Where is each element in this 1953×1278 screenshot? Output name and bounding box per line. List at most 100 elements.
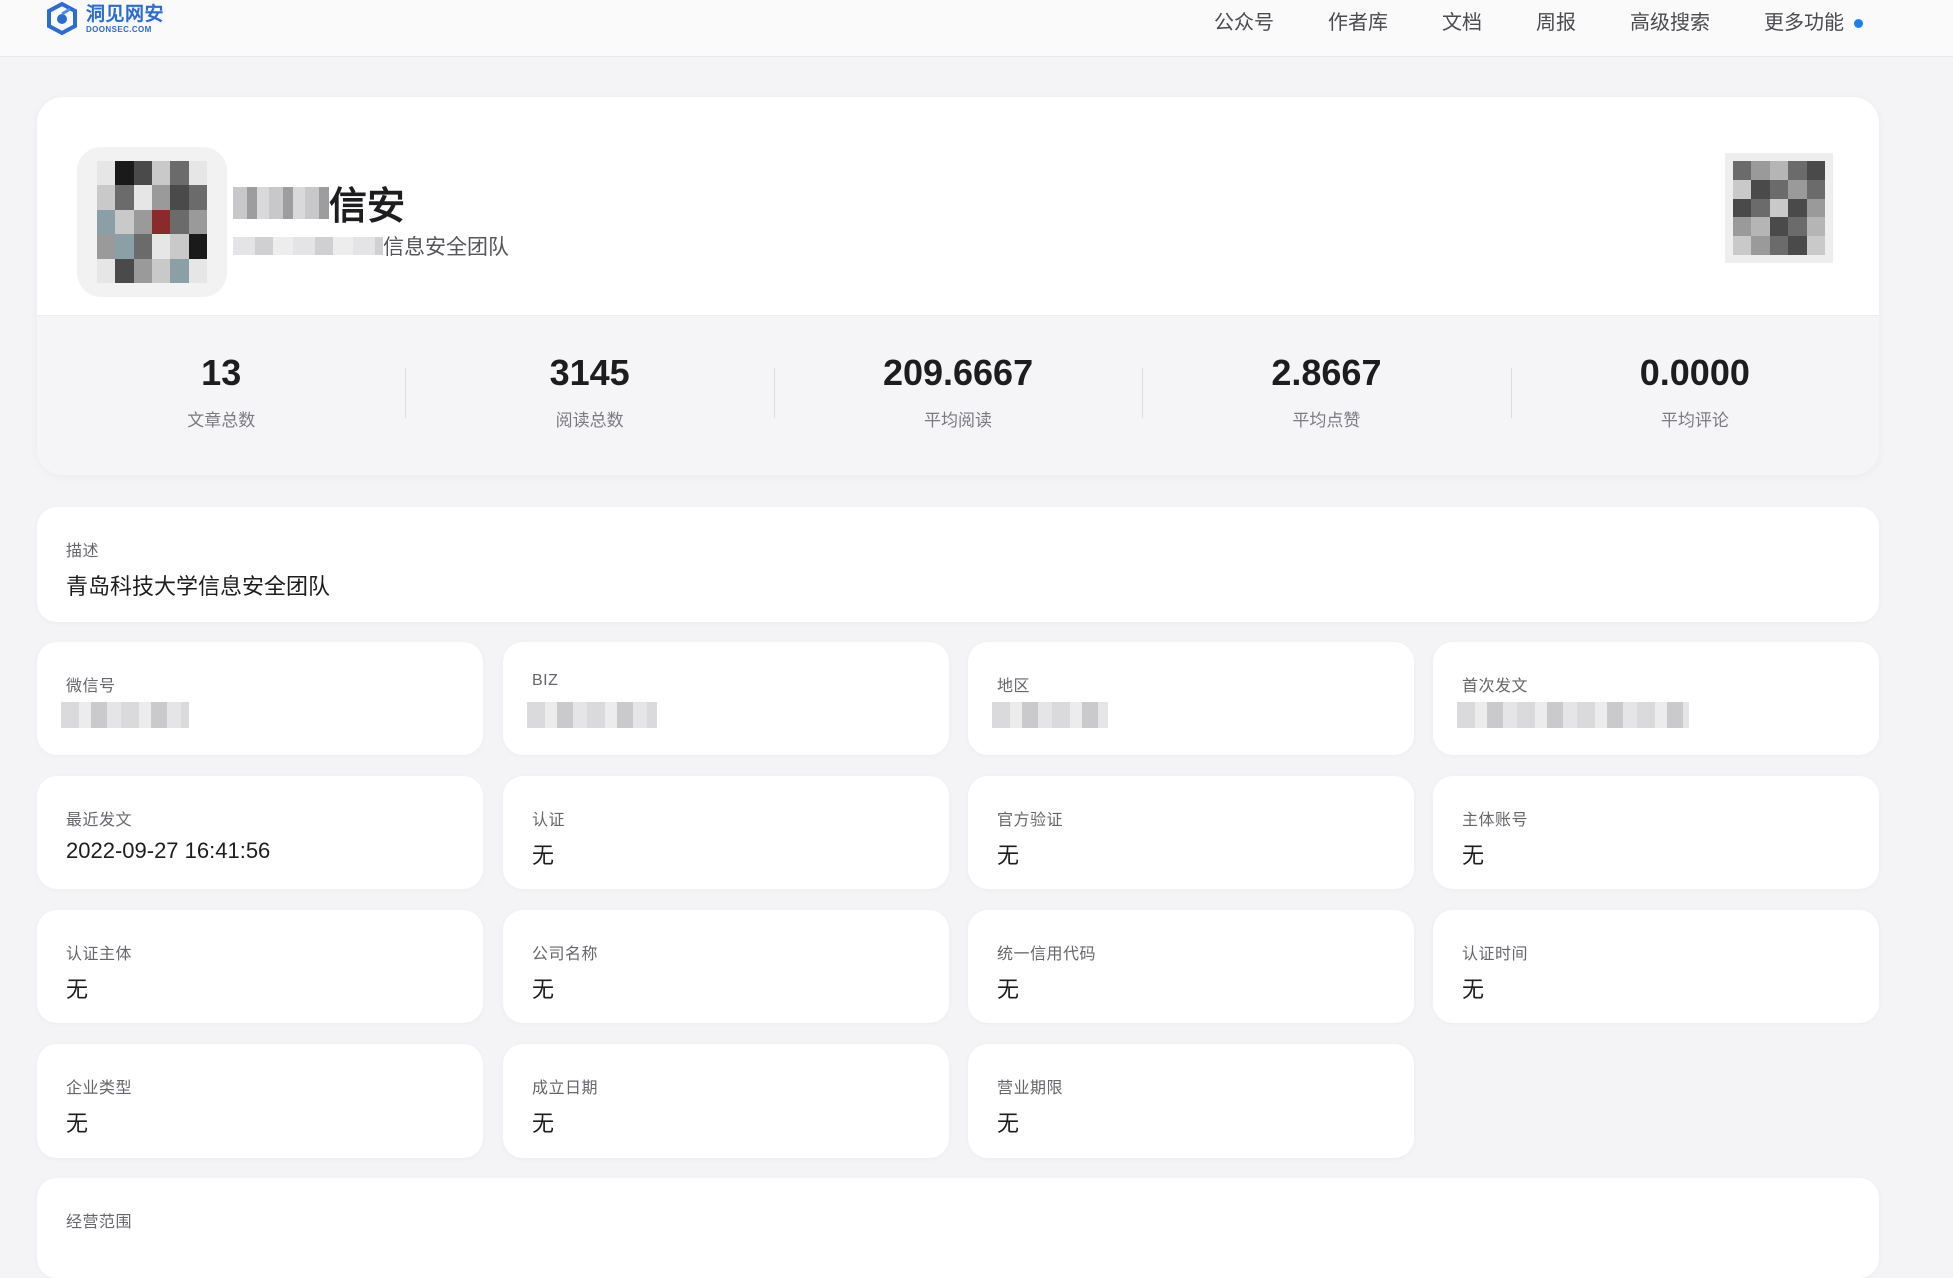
qr-pixel [1751,198,1770,218]
stats-bar: 13 文章总数 3145 阅读总数 209.6667 平均阅读 2.8667 平… [37,315,1879,475]
certification-card: 认证 无 [503,776,949,889]
business-term-card: 营业期限 无 [968,1044,1414,1158]
nav-item-more[interactable]: 更多功能 [1764,6,1863,35]
redacted-biz [527,702,657,728]
avatar-pixel [133,209,152,235]
stat-value: 0.0000 [1639,352,1750,393]
business-term-value: 无 [997,1111,1020,1136]
qr-pixel [1788,179,1807,199]
first-post-card: 首次发文 [1433,642,1879,755]
account-name: 信安 [233,175,405,230]
qr-code-icon[interactable] [1725,153,1833,263]
stat-label: 平均阅读 [924,411,993,430]
founded-date-value: 无 [532,1111,555,1136]
site-logo[interactable]: 洞见网安 DOONSEC.COM [44,0,164,38]
credit-code-card: 统一信用代码 无 [968,910,1414,1023]
avatar-pixel [115,209,134,235]
account-subtitle-text: 信息安全团队 [383,236,509,259]
qr-pixel [1769,161,1789,180]
region-label: 地区 [997,678,1031,695]
qr-pixel [1806,217,1825,237]
avatar-pixel [152,185,171,210]
nav-item-weekly[interactable]: 周报 [1536,6,1576,35]
latest-post-card: 最近发文 2022-09-27 16:41:56 [37,776,483,889]
stat-label: 文章总数 [187,411,256,430]
stat-total-articles: 13 文章总数 [37,316,405,475]
qr-pixel [1769,236,1789,255]
avatar-pixel [188,234,207,259]
nav-more-label: 更多功能 [1764,12,1844,34]
nav-item-accounts[interactable]: 公众号 [1214,6,1274,35]
official-verify-value: 无 [997,843,1020,868]
avatar-pixel [188,185,207,210]
avatar-pixel [170,161,189,186]
avatar-pixel [152,209,171,235]
qr-pixel [1733,198,1752,218]
description-value: 青岛科技大学信息安全团队 [66,574,331,599]
biz-label: BIZ [532,672,559,689]
main-account-label: 主体账号 [1462,812,1529,829]
credit-code-label: 统一信用代码 [997,946,1097,963]
company-type-label: 企业类型 [66,1080,133,1097]
redacted-region [992,702,1108,728]
qr-pixel [1751,161,1770,180]
latest-post-value: 2022-09-27 16:41:56 [66,838,271,863]
redacted-first-post [1457,702,1689,728]
avatar-pixel [152,234,171,259]
company-type-value: 无 [66,1111,89,1136]
stat-label: 平均点赞 [1292,411,1361,430]
stat-label: 阅读总数 [555,411,624,430]
company-type-card: 企业类型 无 [37,1044,483,1158]
avatar-pixel [133,258,152,283]
business-scope-label: 经营范围 [66,1214,133,1231]
avatar-pixel [170,209,189,235]
nav-item-docs[interactable]: 文档 [1442,6,1482,35]
qr-pixel [1733,161,1752,180]
qr-pixel [1788,217,1807,237]
cert-subject-card: 认证主体 无 [37,910,483,1023]
region-card: 地区 [968,642,1414,755]
redacted-subtitle-part [233,237,383,255]
stat-label: 平均评论 [1660,411,1729,430]
avatar-pixel [133,185,152,210]
logo-cn-text: 洞见网安 [86,3,165,25]
qr-pixel [1751,217,1770,237]
stat-avg-likes: 2.8667 平均点赞 [1142,316,1510,475]
company-name-value: 无 [532,977,555,1002]
qr-pixel [1806,198,1825,218]
biz-card: BIZ [503,642,949,755]
founded-date-card: 成立日期 无 [503,1044,949,1158]
official-verify-card: 官方验证 无 [968,776,1414,889]
qr-pixel [1751,236,1770,255]
qr-pixel [1806,179,1825,199]
business-term-label: 营业期限 [997,1080,1064,1097]
profile-card: 信安 信息安全团队 13 文章总数 3145 阅读总数 209.6667 平均阅… [37,97,1879,475]
company-name-label: 公司名称 [532,946,599,963]
latest-post-label: 最近发文 [66,812,133,829]
nav-item-advanced-search[interactable]: 高级搜索 [1630,6,1710,35]
company-name-card: 公司名称 无 [503,910,949,1023]
avatar-pixel [97,258,116,283]
first-post-label: 首次发文 [1462,678,1529,695]
nav-item-authors[interactable]: 作者库 [1328,6,1388,35]
cert-subject-value: 无 [66,977,89,1002]
account-name-text: 信安 [329,186,406,228]
business-scope-card: 经营范围 [37,1178,1879,1278]
avatar-pixel [152,258,171,283]
avatar-pixel [97,209,116,235]
certification-label: 认证 [532,812,566,829]
avatar-pixel [115,258,134,283]
top-nav-bar: 洞见网安 DOONSEC.COM 公众号 作者库 文档 周报 高级搜索 更多功能 [0,0,1953,57]
stat-value: 209.6667 [882,352,1034,393]
cert-subject-label: 认证主体 [66,946,133,963]
avatar-pixel [97,185,116,210]
redacted-wechat-id [61,702,189,728]
qr-pixel [1769,198,1789,218]
avatar-pixel [115,161,134,186]
avatar-pixel [188,209,207,235]
qr-pixel [1788,198,1807,218]
avatar-pixel [115,185,134,210]
main-account-card: 主体账号 无 [1433,776,1879,889]
qr-pixel [1733,236,1752,255]
cert-time-label: 认证时间 [1462,946,1529,963]
